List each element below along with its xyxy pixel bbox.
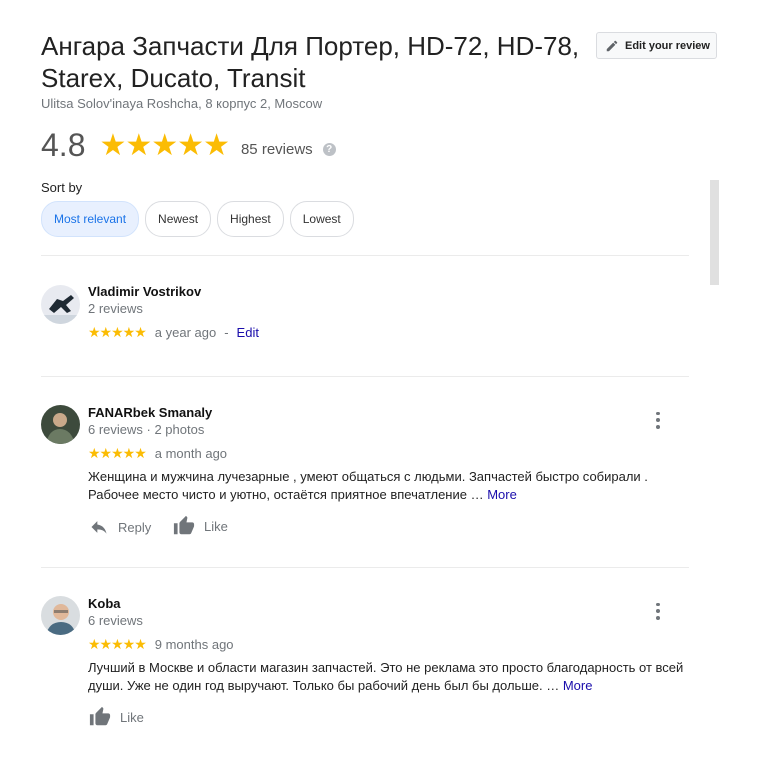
avatar[interactable]: [41, 596, 80, 635]
review-stars: ★★★★★: [88, 445, 147, 461]
reviewer-name[interactable]: Vladimir Vostrikov: [88, 284, 201, 299]
thumb-up-icon: [173, 515, 195, 535]
more-link[interactable]: More: [487, 487, 517, 502]
scrollbar-thumb[interactable]: [710, 180, 719, 285]
like-button[interactable]: Like: [88, 706, 144, 728]
reviewer-name[interactable]: FANARbek Smanaly: [88, 405, 212, 420]
edit-review-link[interactable]: Edit: [237, 325, 259, 340]
divider: [41, 567, 689, 568]
reviewer-meta: 6 reviews: [88, 613, 143, 628]
avatar[interactable]: [41, 405, 80, 444]
review-rating-row: ★★★★★ a month ago: [88, 445, 227, 462]
review-rating-row: ★★★★★ 9 months ago: [88, 636, 234, 653]
sort-highest[interactable]: Highest: [217, 201, 284, 237]
like-label: Like: [204, 518, 228, 534]
place-title: Ангара Запчасти Для Портер, HD-72, HD-78…: [41, 31, 580, 93]
sort-chips: Most relevant Newest Highest Lowest: [41, 201, 360, 237]
edit-review-button[interactable]: Edit your review: [596, 32, 717, 59]
reply-button[interactable]: Reply: [88, 517, 151, 537]
sort-lowest[interactable]: Lowest: [289, 201, 354, 237]
review-time: 9 months ago: [154, 637, 234, 652]
review-text: Лучший в Москве и области магазин запчас…: [88, 659, 688, 695]
sort-newest[interactable]: Newest: [145, 201, 212, 237]
thumb-up-icon: [89, 706, 111, 726]
reviewer-name[interactable]: Koba: [88, 596, 121, 611]
sort-most-relevant[interactable]: Most relevant: [41, 201, 140, 237]
like-label: Like: [120, 709, 144, 725]
more-link[interactable]: More: [563, 678, 593, 693]
review-time: a year ago: [154, 325, 217, 340]
divider: [41, 255, 689, 256]
separator: -: [224, 325, 229, 340]
more-vert-icon[interactable]: [648, 601, 668, 621]
average-rating: 4.8: [41, 126, 86, 163]
reviewer-meta: 6 reviews · 2 photos: [88, 422, 205, 437]
avatar[interactable]: [41, 285, 80, 324]
review-body: Лучший в Москве и области магазин запчас…: [88, 660, 684, 693]
place-address: Ulitsa Solov'inaya Roshcha, 8 корпус 2, …: [41, 96, 323, 111]
review-stars: ★★★★★: [88, 636, 147, 652]
rating-stars: ★★★★★: [99, 128, 229, 162]
review-stars: ★★★★★: [88, 324, 147, 340]
pencil-icon: [606, 40, 618, 51]
more-vert-icon[interactable]: [648, 410, 668, 430]
review-body: Женщина и мужчина лучезарные , умеют общ…: [88, 469, 648, 502]
reviewer-meta: 2 reviews: [88, 301, 143, 316]
help-icon[interactable]: ?: [322, 142, 336, 156]
review-text: Женщина и мужчина лучезарные , умеют общ…: [88, 468, 688, 504]
edit-review-label: Edit your review: [625, 39, 710, 52]
review-rating-row: ★★★★★ a year ago - Edit: [88, 324, 259, 341]
divider: [41, 376, 689, 377]
rating-summary: 4.8 ★★★★★ 85 reviews ?: [41, 126, 336, 164]
review-time: a month ago: [154, 446, 228, 461]
review-count-link[interactable]: 85 reviews: [241, 141, 313, 158]
reply-label: Reply: [118, 519, 152, 535]
like-button[interactable]: Like: [172, 515, 228, 537]
reply-icon: [91, 521, 107, 534]
sort-label: Sort by: [41, 180, 83, 195]
